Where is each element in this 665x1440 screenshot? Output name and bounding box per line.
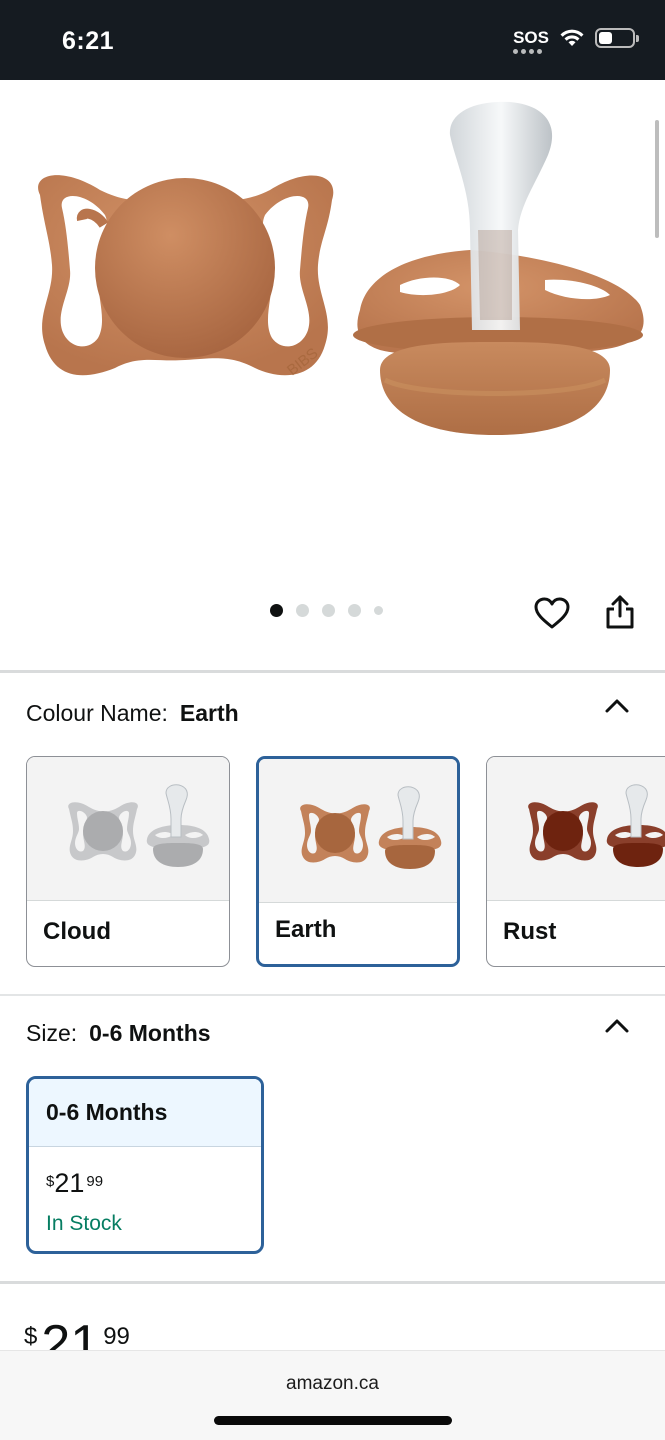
image-carousel-dots[interactable] [270, 604, 383, 617]
colour-option-rust[interactable]: Rust [486, 756, 665, 967]
carousel-dot[interactable] [296, 604, 309, 617]
url-text[interactable]: amazon.ca [0, 1373, 665, 1395]
product-image[interactable]: BIBS [0, 80, 665, 600]
colour-option-image [27, 757, 229, 901]
pacifier-thumbnail [300, 786, 442, 869]
sos-label: SOS [513, 28, 549, 47]
wifi-icon [560, 29, 584, 46]
size-label: Size: 0-6 Months [26, 1020, 211, 1047]
colour-label-text: Colour Name: [26, 700, 168, 726]
image-scrollbar[interactable] [655, 120, 659, 238]
price-fraction: 99 [103, 1323, 130, 1350]
colour-option-name: Rust [503, 918, 557, 945]
divider [0, 1281, 665, 1284]
divider [0, 670, 665, 673]
status-icons: SOS [513, 28, 639, 54]
price-whole: 21 [54, 1168, 85, 1198]
price-fraction: 99 [86, 1173, 104, 1190]
colour-option-earth[interactable]: Earth [256, 756, 460, 967]
pacifier-thumbnail [68, 784, 210, 867]
carousel-dot[interactable] [348, 604, 361, 617]
size-option-price: $ 21 99 [46, 1169, 103, 1197]
size-option-0-6-months[interactable]: 0-6 Months $ 21 99 In Stock [26, 1076, 264, 1254]
status-time: 6:21 [62, 27, 115, 55]
chevron-up-icon[interactable] [604, 1018, 630, 1034]
price-currency: $ [46, 1173, 55, 1190]
home-indicator[interactable] [214, 1416, 452, 1425]
divider [0, 994, 665, 996]
colour-option-name: Earth [275, 916, 337, 943]
battery-icon [595, 28, 639, 48]
pacifier-thumbnail [528, 784, 665, 867]
colour-option-name: Cloud [43, 918, 111, 945]
price-currency: $ [24, 1323, 38, 1350]
size-label-text: Size: [26, 1020, 78, 1046]
colour-selected-value: Earth [179, 700, 239, 726]
carousel-dot[interactable] [322, 604, 335, 617]
carousel-dot[interactable] [374, 606, 383, 615]
colour-option-image [487, 757, 665, 901]
colour-option-cloud[interactable]: Cloud [26, 756, 230, 967]
product-image-graphic: BIBS [38, 101, 644, 435]
heart-icon[interactable] [533, 596, 571, 630]
chevron-up-icon[interactable] [604, 698, 630, 714]
size-selected-value: 0-6 Months [89, 1020, 211, 1046]
status-bar: 6:21 SOS [0, 0, 665, 80]
colour-option-image [259, 759, 457, 903]
carousel-dot[interactable] [270, 604, 283, 617]
colour-name-label: Colour Name: Earth [26, 700, 239, 727]
size-option-name: 0-6 Months [29, 1079, 261, 1147]
battery-fill [599, 32, 612, 44]
stock-status: In Stock [46, 1212, 122, 1235]
browser-address-bar[interactable]: amazon.ca [0, 1350, 665, 1440]
sos-icon: SOS [513, 28, 549, 54]
share-icon[interactable] [604, 594, 636, 630]
